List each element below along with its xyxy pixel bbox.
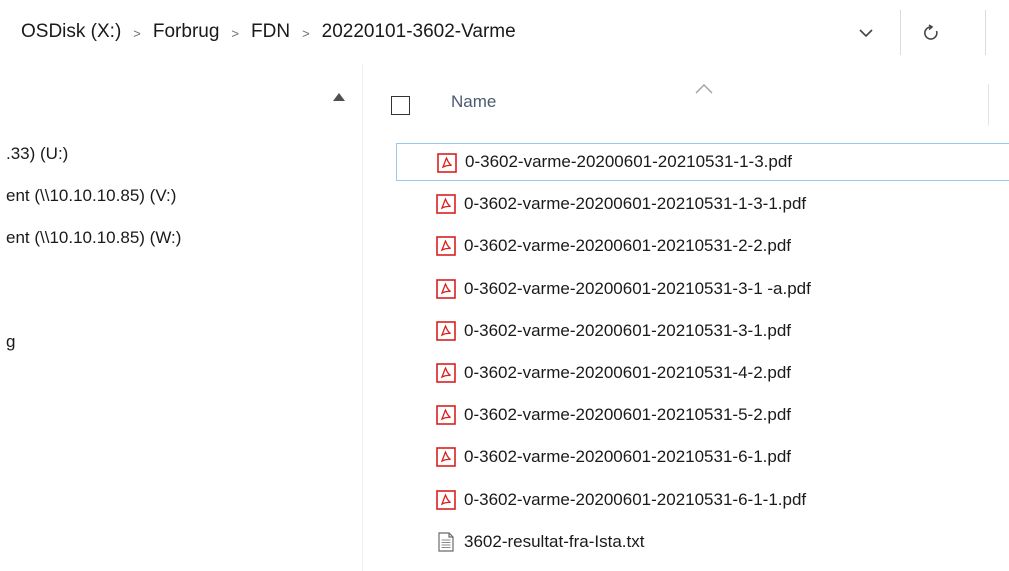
file-name: 0-3602-varme-20200601-20210531-4-2.pdf	[464, 363, 792, 382]
navigation-pane[interactable]: .33) (U:) ent (\\10.10.10.85) (V:) ent (…	[0, 64, 362, 571]
scroll-up-arrow-icon	[333, 93, 345, 101]
nav-item-drive-u[interactable]: .33) (U:)	[6, 144, 68, 164]
file-row[interactable]: 3602-resultat-fra-Ista.txt	[396, 523, 1009, 561]
pdf-icon	[437, 153, 457, 173]
file-list-pane[interactable]: Name 0-3602-varme-20200601-20210531-1-3.…	[363, 64, 1009, 571]
address-bar[interactable]: OSDisk (X:) > Forbrug > FDN > 20220101-3…	[0, 0, 1009, 64]
refresh-icon	[924, 24, 938, 40]
file-name: 0-3602-varme-20200601-20210531-3-1 -a.pd…	[464, 278, 811, 298]
breadcrumb[interactable]: OSDisk (X:) > Forbrug > FDN > 20220101-3…	[0, 0, 840, 64]
breadcrumb-current-folder[interactable]: 20220101-3602-Varme	[322, 21, 516, 43]
file-row[interactable]: 0-3602-varme-20200601-20210531-5-2.pdf	[396, 396, 1009, 434]
nav-item-truncated[interactable]: g	[6, 332, 15, 352]
file-name: 0-3602-varme-20200601-20210531-1-3-1.pdf	[464, 194, 807, 214]
file-name: 0-3602-varme-20200601-20210531-6-1-1.pdf	[464, 489, 807, 509]
address-history-dropdown-button[interactable]	[853, 20, 879, 46]
breadcrumb-separator-icon[interactable]: >	[302, 26, 310, 41]
file-row[interactable]: 0-3602-varme-20200601-20210531-6-1-1.pdf	[396, 481, 1009, 519]
file-row[interactable]: 0-3602-varme-20200601-20210531-4-2.pdf	[396, 354, 1009, 392]
chevron-down-icon	[859, 29, 873, 38]
nav-scroll-up-button[interactable]	[328, 86, 350, 108]
file-row[interactable]: 0-3602-varme-20200601-20210531-6-1.pdf	[396, 438, 1009, 476]
text-file-icon	[438, 532, 454, 552]
breadcrumb-separator-icon[interactable]: >	[133, 26, 141, 41]
file-name: 3602-resultat-fra-Ista.txt	[464, 531, 645, 551]
pdf-icon	[436, 363, 456, 383]
nav-item-drive-w[interactable]: ent (\\10.10.10.85) (W:)	[6, 228, 181, 248]
breadcrumb-osdisk[interactable]: OSDisk (X:)	[21, 21, 121, 43]
file-name: 0-3602-varme-20200601-20210531-6-1.pdf	[464, 447, 792, 467]
file-row[interactable]: 0-3602-varme-20200601-20210531-3-1 -a.pd…	[396, 270, 1009, 308]
address-divider	[900, 10, 901, 55]
pdf-icon	[436, 447, 456, 468]
select-all-checkbox[interactable]	[391, 96, 410, 115]
file-row[interactable]: 0-3602-varme-20200601-20210531-1-3-1.pdf	[396, 185, 1009, 223]
pdf-icon	[436, 236, 456, 257]
column-header-row: Name	[363, 84, 1009, 126]
file-row[interactable]: 0-3602-varme-20200601-20210531-3-1.pdf	[396, 312, 1009, 350]
file-row[interactable]: 0-3602-varme-20200601-20210531-1-3.pdf	[396, 143, 1009, 181]
pdf-icon	[436, 278, 456, 299]
file-name: 0-3602-varme-20200601-20210531-5-2.pdf	[464, 405, 792, 425]
breadcrumb-forbrug[interactable]: Forbrug	[153, 21, 220, 43]
file-name: 0-3602-varme-20200601-20210531-3-1.pdf	[464, 320, 792, 340]
breadcrumb-separator-icon[interactable]: >	[231, 26, 239, 41]
nav-item-drive-v[interactable]: ent (\\10.10.10.85) (V:)	[6, 186, 176, 206]
column-header-name[interactable]: Name	[451, 92, 496, 112]
file-row[interactable]: 0-3602-varme-20200601-20210531-2-2.pdf	[396, 227, 1009, 265]
pdf-icon	[436, 489, 456, 510]
pdf-icon	[436, 194, 456, 214]
file-name: 0-3602-varme-20200601-20210531-1-3.pdf	[465, 152, 793, 171]
breadcrumb-fdn[interactable]: FDN	[251, 21, 290, 43]
address-divider	[985, 10, 986, 55]
pdf-icon	[436, 320, 456, 341]
refresh-button[interactable]	[918, 20, 944, 46]
pdf-icon	[436, 405, 456, 425]
column-divider[interactable]	[988, 84, 989, 126]
file-name: 0-3602-varme-20200601-20210531-2-2.pdf	[464, 236, 792, 256]
sort-ascending-icon	[695, 84, 713, 94]
